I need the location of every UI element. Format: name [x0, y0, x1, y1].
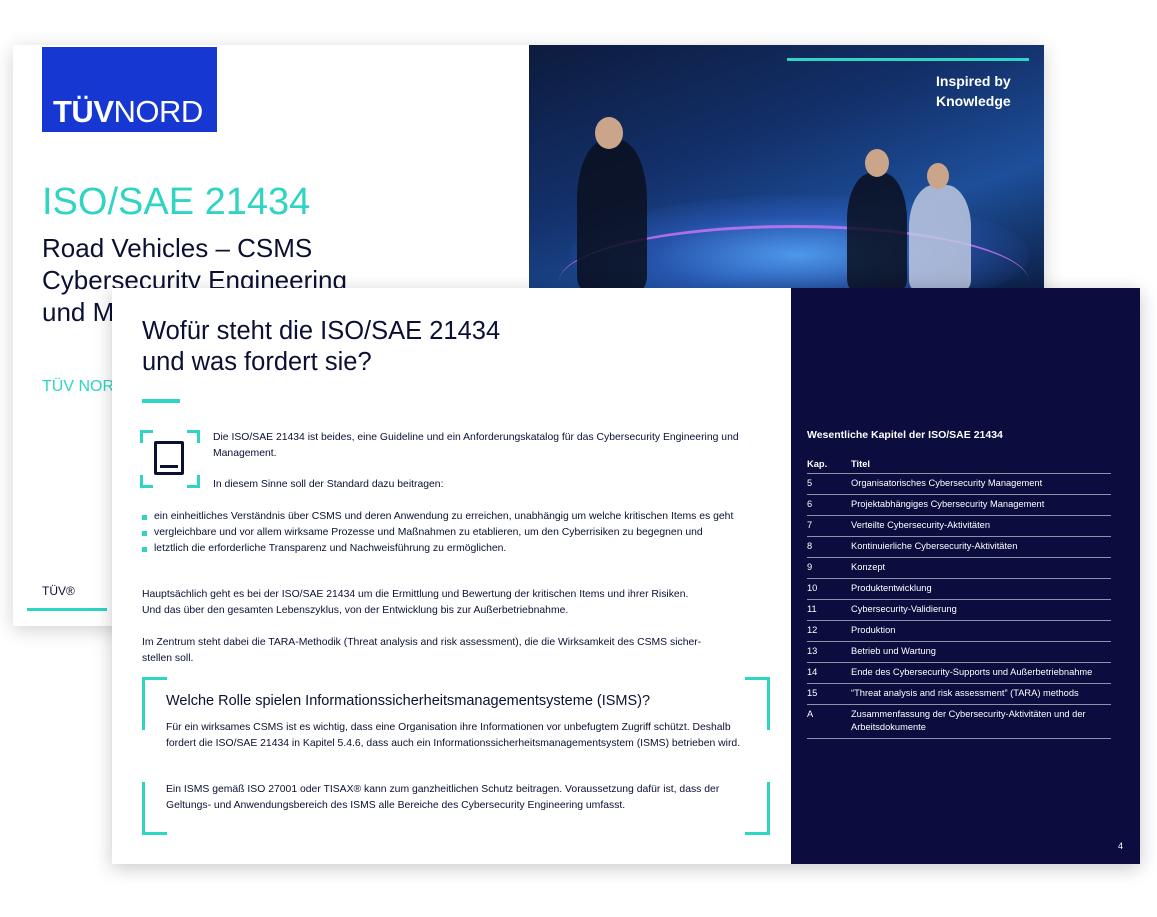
- chapter-number: 11: [807, 599, 851, 621]
- page-number: 4: [1117, 841, 1123, 851]
- icon-frame-corner: [187, 475, 200, 488]
- book-icon: [140, 430, 200, 488]
- table-row: 13 Betrieb und Wartung: [807, 641, 1111, 663]
- list-item: vergleichbare und vor allem wirksame Pro…: [142, 525, 742, 541]
- icon-frame-corner: [140, 430, 153, 443]
- callout-paragraph: Ein ISMS gemäß ISO 27001 oder TISAX® kan…: [166, 784, 720, 811]
- list-item: letztlich die erforderliche Transparenz …: [142, 541, 742, 557]
- table-row: 6 Projektabhängiges Cybersecurity Managem…: [807, 494, 1111, 516]
- table-row: A Zusammenfassung der Cybersecurity-Aktiv…: [807, 704, 1111, 739]
- column-header-kap: Kap.: [807, 456, 851, 474]
- chapter-title: Ende des Cybersecurity-Supports und Auße…: [851, 662, 1111, 684]
- title-accent-line: [142, 399, 180, 403]
- table-row: 5 Organisatorisches Cybersecurity Managem…: [807, 473, 1111, 495]
- cover-title: ISO/SAE 21434: [42, 181, 311, 223]
- cover-accent-line: [27, 608, 107, 611]
- text-line: Hauptsächlich geht es bei der ISO/SAE 21…: [142, 589, 689, 600]
- table-row: 9 Konzept: [807, 557, 1111, 579]
- tara-paragraph: Im Zentrum steht dabei die TARA-Methodik…: [142, 635, 742, 667]
- text-line: stellen soll.: [142, 653, 194, 664]
- callout-heading: Welche Rolle spielen Informationssicherh…: [166, 693, 651, 709]
- goal-list: ein einheitliches Verständnis über CSMS …: [142, 509, 742, 557]
- text-line: Im Zentrum steht dabei die TARA-Methodik…: [142, 637, 702, 648]
- text-line: Und das über den gesamten Lebenszyklus, …: [142, 605, 569, 616]
- icon-frame-corner: [140, 475, 153, 488]
- chapter-title: Verteilte Cybersecurity-Aktivitäten: [851, 515, 1111, 537]
- content-spread: Wofür steht die ISO/SAE 21434 und was fo…: [112, 288, 1140, 864]
- chapter-number: 7: [807, 515, 851, 537]
- person-head: [865, 149, 889, 177]
- table-row: 8 Kontinuierliche Cybersecurity-Aktivität…: [807, 536, 1111, 558]
- chapter-table-title: Wesentliche Kapitel der ISO/SAE 21434: [807, 429, 1003, 441]
- tagline-line: Knowledge: [936, 93, 1011, 109]
- chapter-title: Organisatorisches Cybersecurity Manageme…: [851, 473, 1111, 495]
- logo-text-bold: TÜV: [53, 94, 114, 129]
- callout-frame-corner: [142, 677, 167, 730]
- chapter-title: Zusammenfassung der Cybersecurity-Aktivi…: [851, 704, 1111, 739]
- chapter-title: Konzept: [851, 557, 1111, 579]
- chapter-number: 15: [807, 683, 851, 705]
- chapter-title: Kontinuierliche Cybersecurity-Aktivitäte…: [851, 536, 1111, 558]
- chapter-number: 5: [807, 473, 851, 495]
- chapter-title: Produktentwicklung: [851, 578, 1111, 600]
- chapter-number: 14: [807, 662, 851, 684]
- table-row: 12 Produktion: [807, 620, 1111, 642]
- intro-paragraph: Die ISO/SAE 21434 ist beides, eine Guide…: [213, 432, 739, 459]
- chapter-title: Cybersecurity-Validierung: [851, 599, 1111, 621]
- page-title-line: und was fordert sie?: [142, 348, 372, 376]
- chapter-table: Kap. Titel 5 Organisatorisches Cybersecur…: [807, 456, 1111, 739]
- chapter-title: “Threat analysis and risk assessment” (T…: [851, 683, 1111, 705]
- book-shape: [154, 441, 184, 475]
- tuev-nord-logo: TÜVNORD: [42, 47, 217, 132]
- cover-subtitle-line: Road Vehicles – CSMS: [42, 233, 313, 263]
- photo-accent-line: [787, 58, 1029, 61]
- main-paragraph: Hauptsächlich geht es bei der ISO/SAE 21…: [142, 587, 742, 619]
- tagline: Inspired by Knowledge: [936, 71, 1036, 111]
- callout-frame-corner: [142, 782, 167, 835]
- person-silhouette: [577, 140, 647, 290]
- table-header-row: Kap. Titel: [807, 456, 1111, 474]
- page-title-line: Wofür steht die ISO/SAE 21434: [142, 317, 501, 345]
- person-head: [927, 163, 949, 189]
- callout-paragraph: Für ein wirksames CSMS ist es wichtig, d…: [166, 722, 741, 749]
- chapter-number: 13: [807, 641, 851, 663]
- chapter-number: 12: [807, 620, 851, 642]
- chapter-number: 8: [807, 536, 851, 558]
- table-row: 7 Verteilte Cybersecurity-Aktivitäten: [807, 515, 1111, 537]
- table-row: 10 Produktentwicklung: [807, 578, 1111, 600]
- icon-frame-corner: [187, 430, 200, 443]
- tagline-line: Inspired by: [936, 73, 1011, 89]
- lead-paragraph: In diesem Sinne soll der Standard dazu b…: [213, 479, 444, 490]
- person-silhouette: [847, 173, 907, 290]
- isms-callout: Welche Rolle spielen Informationssicherh…: [142, 677, 770, 835]
- chapter-title: Betrieb und Wartung: [851, 641, 1111, 663]
- chapter-title: Projektabhängiges Cybersecurity Manageme…: [851, 494, 1111, 516]
- list-item: ein einheitliches Verständnis über CSMS …: [142, 509, 742, 525]
- cover-footer: TÜV®: [42, 584, 75, 598]
- table-row: 11 Cybersecurity-Validierung: [807, 599, 1111, 621]
- person-head: [595, 117, 623, 149]
- chapter-number: 10: [807, 578, 851, 600]
- logo-text-regular: NORD: [113, 94, 204, 129]
- chapter-number: 6: [807, 494, 851, 516]
- main-column: Wofür steht die ISO/SAE 21434 und was fo…: [112, 288, 791, 864]
- chapter-number: A: [807, 704, 851, 739]
- person-silhouette: [909, 185, 971, 290]
- table-row: 14 Ende des Cybersecurity-Supports und Au…: [807, 662, 1111, 684]
- chapter-sidebar: Wesentliche Kapitel der ISO/SAE 21434 Ka…: [791, 288, 1140, 864]
- cover-photo: Inspired by Knowledge: [529, 45, 1044, 290]
- page-title: Wofür steht die ISO/SAE 21434 und was fo…: [142, 316, 742, 378]
- chapter-title: Produktion: [851, 620, 1111, 642]
- column-header-titel: Titel: [851, 456, 1111, 474]
- table-row: 15 “Threat analysis and risk assessment” …: [807, 683, 1111, 705]
- chapter-number: 9: [807, 557, 851, 579]
- cover-organisation: TÜV NOR: [42, 378, 114, 395]
